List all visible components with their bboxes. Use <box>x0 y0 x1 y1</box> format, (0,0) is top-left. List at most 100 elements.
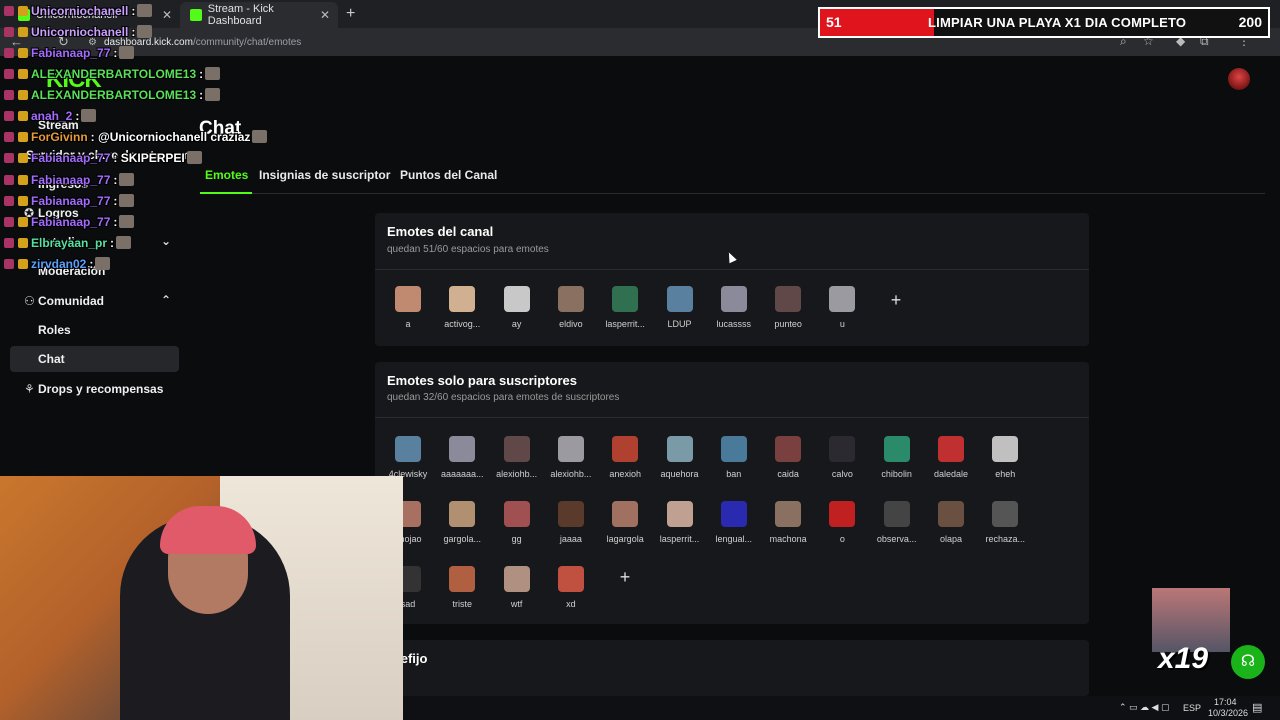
emote-item[interactable]: caida <box>761 436 815 479</box>
taskbar-date[interactable]: 10/3/2026 <box>1208 708 1248 718</box>
emote-item[interactable]: rechaza... <box>978 501 1032 544</box>
emote-label: aaaaaaa... <box>441 469 484 479</box>
emote-item[interactable]: lagargola <box>598 501 652 544</box>
crown-icon <box>18 27 28 37</box>
emote-item[interactable]: triste <box>435 566 489 609</box>
overlay-chat-user: ALEXANDERBARTOLOME13 <box>31 88 197 102</box>
emote-image <box>829 501 856 527</box>
emote-item[interactable]: chibolin <box>870 436 924 479</box>
badge-icon <box>4 217 14 227</box>
divider <box>375 417 1089 418</box>
chevron-up-icon[interactable]: ⌃ <box>161 293 171 307</box>
emote-item[interactable]: xd <box>544 566 598 609</box>
emote-item[interactable]: wtf <box>490 566 544 609</box>
active-tab-indicator <box>200 192 252 194</box>
add-emote-button[interactable]: + <box>883 287 909 313</box>
tab-insignias[interactable]: Insignias de suscriptor <box>259 168 390 182</box>
taskbar: ⌃ ▭ ☁ ◀ ▢ ESP 17:04 10/3/2026 ▤ <box>403 696 1280 720</box>
emote-item[interactable]: aquehora <box>653 436 707 479</box>
emote-item[interactable]: LDUP <box>653 286 707 329</box>
emote-item[interactable]: gg <box>490 501 544 544</box>
overlay-chat-user: zirvdan02 <box>31 257 87 271</box>
emote-item[interactable]: machona <box>761 501 815 544</box>
emote-image <box>720 436 747 462</box>
avatar[interactable] <box>1228 68 1250 90</box>
crown-icon <box>18 6 28 16</box>
emote-label: alexiohb... <box>496 469 538 479</box>
add-sub-emote-button[interactable]: + <box>612 564 638 590</box>
crown-icon <box>18 175 28 185</box>
emote-item[interactable]: punteo <box>761 286 815 329</box>
emote-item[interactable]: 4clewisky <box>381 436 435 479</box>
emote-item[interactable]: o <box>815 501 869 544</box>
chat-bubble-icon[interactable]: ☊ <box>1231 645 1265 679</box>
emote-item[interactable]: aaaaaaa... <box>435 436 489 479</box>
emote-label: wtf <box>510 599 523 609</box>
emote-item[interactable]: ay <box>490 286 544 329</box>
emote-item[interactable]: calvo <box>815 436 869 479</box>
close-icon[interactable]: ✕ <box>320 8 330 22</box>
overlay-chat-line: Fabianaap_77: <box>4 215 135 231</box>
emote-item[interactable]: jaaaa <box>544 501 598 544</box>
emote-image <box>883 436 910 462</box>
emote-image <box>666 501 693 527</box>
emote-image <box>938 436 964 462</box>
emote-item[interactable]: lengual... <box>707 501 761 544</box>
tab-puntos[interactable]: Puntos del Canal <box>400 168 497 182</box>
emote-item[interactable]: u <box>815 286 869 329</box>
tray-icons[interactable]: ⌃ ▭ ☁ ◀ ▢ <box>1119 702 1169 713</box>
emote-item[interactable]: activog... <box>435 286 489 329</box>
tab-emotes[interactable]: Emotes <box>205 168 248 182</box>
overlay-chat-line: Fabianaap_77: <box>4 46 135 62</box>
emote-image <box>449 436 476 462</box>
emote-label: ay <box>511 319 522 329</box>
sidebar-item-label: Drops y recompensas <box>38 382 164 396</box>
overlay-chat-user: Fabianaap_77 <box>31 215 111 229</box>
new-tab-button[interactable]: + <box>346 5 355 23</box>
emote-item[interactable]: observa... <box>870 501 924 544</box>
overlay-chat-user: Fabianaap_77 <box>31 151 111 165</box>
emote-label: caida <box>777 469 799 479</box>
emote-image <box>557 501 584 527</box>
emote-item[interactable]: lasperrit... <box>598 286 652 329</box>
emote-item[interactable]: a <box>381 286 435 329</box>
emote-item[interactable]: lasperrit... <box>653 501 707 544</box>
overlay-chat-user: ALEXANDERBARTOLOME13 <box>31 67 197 81</box>
emote-item[interactable]: daledale <box>924 436 978 479</box>
taskbar-lang[interactable]: ESP <box>1183 703 1201 713</box>
chat-emote <box>119 46 135 59</box>
emote-item[interactable]: eheh <box>978 436 1032 479</box>
overlay-chat-line: Fabianaap_77: <box>4 194 135 210</box>
notification-icon[interactable]: ▤ <box>1252 701 1262 714</box>
emote-item[interactable]: alexiohb... <box>490 436 544 479</box>
emote-item[interactable]: gargola... <box>435 501 489 544</box>
emote-item[interactable]: ban <box>707 436 761 479</box>
sidebar-item-drops[interactable]: ⚘ Drops y recompensas <box>10 376 179 402</box>
emote-label: triste <box>452 599 473 609</box>
overlay-chat-message: : <box>113 194 118 208</box>
badge-icon <box>4 196 14 206</box>
crown-icon <box>18 69 28 79</box>
overlay-chat-line: Fabianaap_77: <box>4 173 135 189</box>
emote-image <box>775 501 802 527</box>
emote-label: lucassss <box>716 319 752 329</box>
emote-item[interactable]: lucassss <box>707 286 761 329</box>
crown-icon <box>18 90 28 100</box>
emote-item[interactable]: alexiohb... <box>544 436 598 479</box>
sidebar-item-roles[interactable]: Roles <box>10 317 179 343</box>
badge-icon <box>4 153 14 163</box>
emote-item[interactable]: eldivo <box>544 286 598 329</box>
close-icon[interactable]: ✕ <box>162 8 172 22</box>
sidebar-item-chat[interactable]: Chat <box>10 346 179 372</box>
emote-label: xd <box>566 599 576 609</box>
tab-kick-dashboard[interactable]: Stream - Kick Dashboard ✕ <box>180 2 338 28</box>
emote-label: eldivo <box>559 319 583 329</box>
overlay-chat-user: Elbrayaan_pr <box>31 236 108 250</box>
chevron-down-icon[interactable]: ⌄ <box>161 234 171 248</box>
goal-current: 51 <box>826 14 842 30</box>
emote-item[interactable]: olapa <box>924 501 978 544</box>
sidebar-item-comunidad[interactable]: ⚇ Comunidad ⌃ <box>10 288 179 314</box>
taskbar-time[interactable]: 17:04 <box>1214 697 1237 707</box>
emote-item[interactable]: anexioh <box>598 436 652 479</box>
overlay-chat-line: Fabianaap_77: SKIPERPEI <box>4 151 202 167</box>
